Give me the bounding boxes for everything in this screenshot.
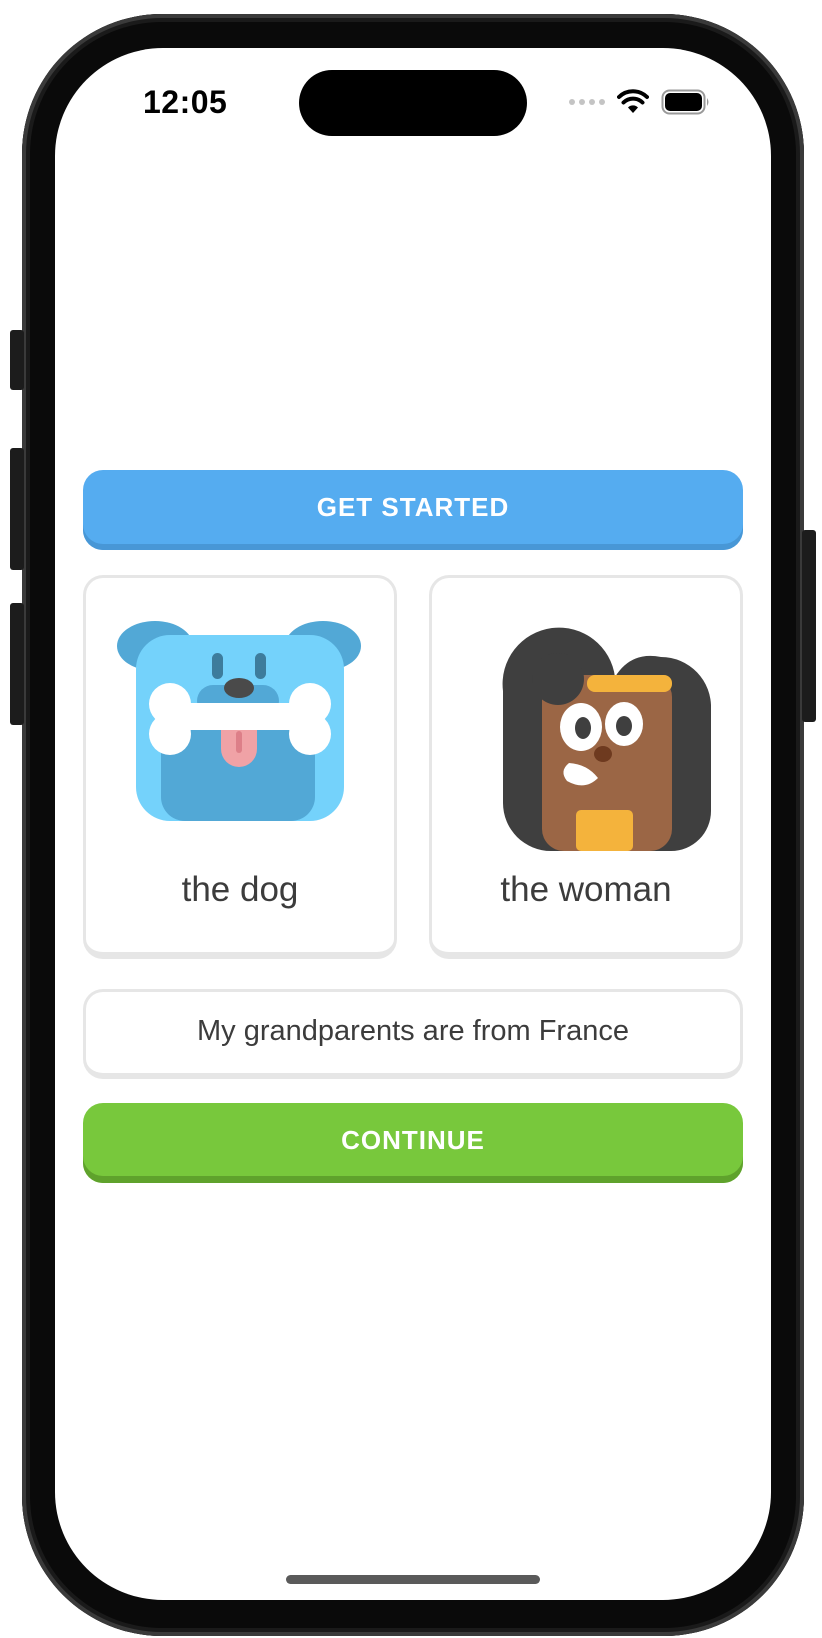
get-started-button[interactable]: GET STARTED (83, 470, 743, 550)
power-button (802, 530, 816, 722)
battery-icon (661, 89, 709, 115)
wifi-icon (617, 89, 649, 113)
card-the-dog[interactable]: the dog (83, 575, 397, 959)
volume-down-button (10, 603, 24, 725)
sentence-option[interactable]: My grandparents are from France (83, 989, 743, 1079)
status-time: 12:05 (143, 84, 228, 120)
card-label: the woman (500, 870, 672, 909)
status-icons (569, 88, 711, 116)
action-button (10, 330, 24, 390)
card-label: the dog (181, 870, 299, 909)
woman-avatar-icon (502, 627, 711, 851)
volume-up-button (10, 448, 24, 570)
card-the-woman[interactable]: the woman (429, 575, 743, 959)
signal-dots-icon (569, 99, 605, 105)
screen: 12:05 GET STARTED the dog the woman My g… (55, 48, 771, 1600)
continue-button[interactable]: CONTINUE (83, 1103, 743, 1183)
home-indicator[interactable] (286, 1575, 540, 1584)
dynamic-island (299, 70, 527, 136)
dog-with-bone-icon (117, 621, 361, 821)
